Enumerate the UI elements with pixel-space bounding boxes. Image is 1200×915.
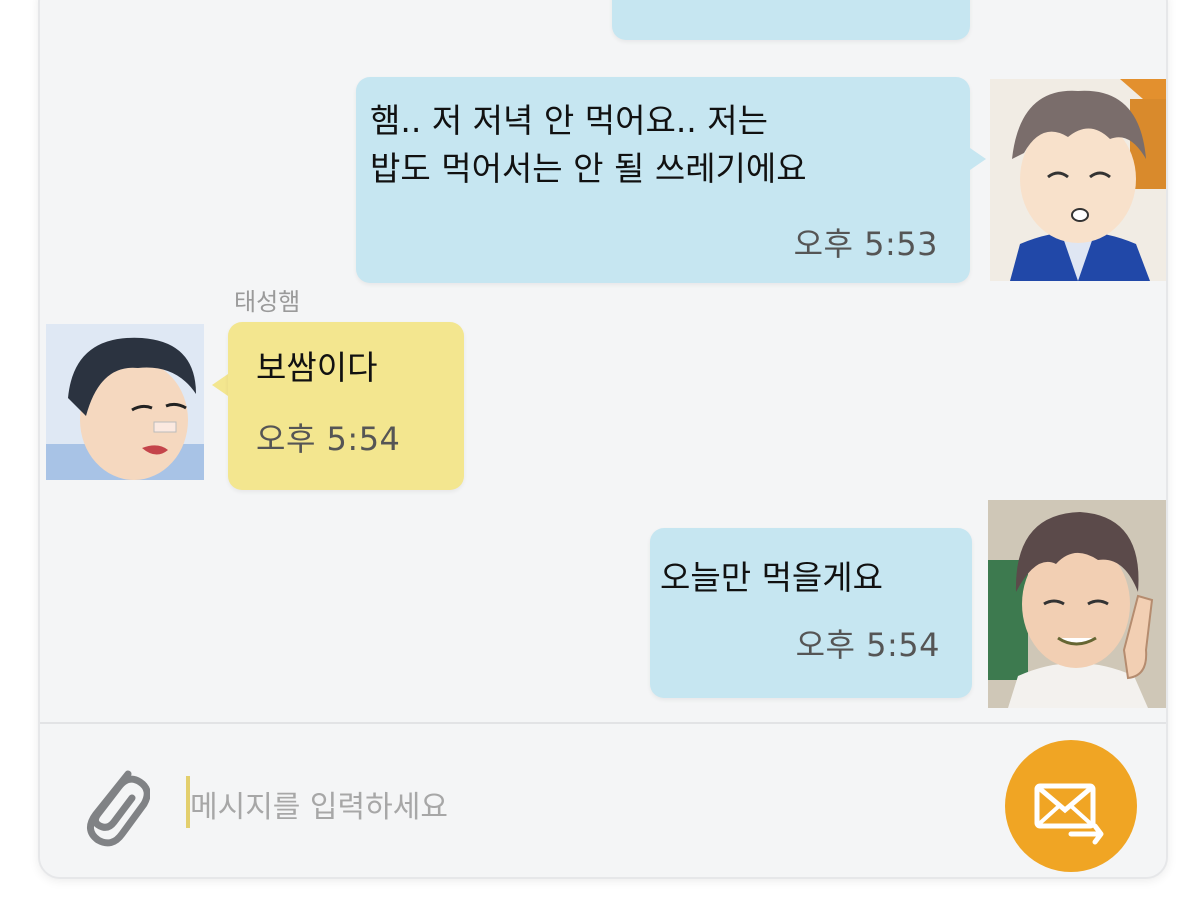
- avatar-me-1[interactable]: [990, 79, 1166, 281]
- sender-name: 태성햄: [234, 288, 301, 316]
- avatar-me-2[interactable]: [988, 500, 1166, 708]
- paperclip-icon: [87, 770, 151, 847]
- message-time: 오후 5:53: [793, 225, 938, 263]
- attach-button[interactable]: [78, 760, 151, 850]
- avatar-sender[interactable]: [46, 324, 204, 480]
- message-text: 햄.. 저 저녁 안 먹어요.. 저는 밥도 먹어서는 안 될 쓰레기에요: [370, 101, 807, 188]
- send-button[interactable]: [1005, 740, 1137, 872]
- message-bubble-incoming: 보쌈이다 오후 5:54: [228, 322, 464, 490]
- bubble-tail: [212, 374, 228, 396]
- message-text: 보쌈이다: [256, 348, 378, 387]
- bubble-tail: [970, 148, 986, 170]
- message-input[interactable]: 메시지를 입력하세요: [190, 782, 448, 826]
- chat-window: 햄.. 저 저녁 안 먹어요.. 저는 밥도 먹어서는 안 될 쓰레기에요 오후…: [38, 0, 1168, 879]
- message-bubble-outgoing: 오늘만 먹을게요 오후 5:54: [650, 528, 972, 698]
- message-bubble-outgoing: 햄.. 저 저녁 안 먹어요.. 저는 밥도 먹어서는 안 될 쓰레기에요 오후…: [356, 77, 970, 283]
- message-time: 오후 5:54: [795, 626, 940, 664]
- message-time: 오후 5:54: [256, 420, 401, 458]
- message-text: 오늘만 먹을게요: [660, 558, 884, 597]
- message-input-bar: 메시지를 입력하세요: [40, 722, 1166, 877]
- previous-message-bubble: [612, 0, 970, 40]
- envelope-send-icon: [1034, 783, 1104, 845]
